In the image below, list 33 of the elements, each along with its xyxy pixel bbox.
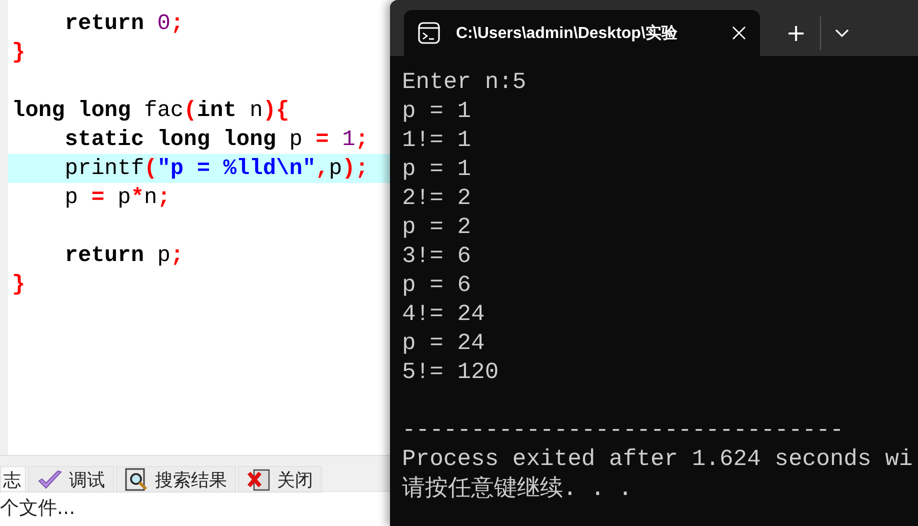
console-line: 2!= 2 bbox=[402, 184, 472, 213]
console-line: p = 1 bbox=[402, 155, 472, 184]
close-icon[interactable] bbox=[732, 26, 746, 40]
console-line: 请按任意键继续. . . bbox=[402, 474, 634, 503]
console-line: p = 6 bbox=[402, 271, 472, 300]
code-line: } bbox=[11, 39, 26, 67]
panel-tab[interactable]: 关闭 bbox=[238, 466, 322, 493]
code-line: } bbox=[11, 271, 26, 299]
checkmark-icon bbox=[37, 469, 63, 491]
panel-tab[interactable]: 调试 bbox=[28, 466, 114, 493]
tab-title: C:\Users\admin\Desktop\实验 bbox=[456, 23, 678, 44]
console-line: 4!= 24 bbox=[402, 300, 486, 329]
console-line: p = 24 bbox=[402, 329, 486, 358]
console-line: Enter n:5 bbox=[402, 68, 528, 97]
code-line: return p; bbox=[64, 242, 185, 270]
terminal-icon bbox=[418, 22, 440, 44]
code-line: long long fac(int n){ bbox=[11, 97, 290, 125]
console-line: p = 1 bbox=[402, 97, 472, 126]
chevron-icon bbox=[835, 28, 850, 38]
console-line: 5!= 120 bbox=[402, 358, 500, 387]
console-line: 3!= 6 bbox=[402, 242, 472, 271]
new-tab-button[interactable]: + bbox=[772, 19, 820, 47]
terminal-tab[interactable]: C:\Users\admin\Desktop\实验 bbox=[404, 10, 760, 56]
panel-tab[interactable]: 搜索结果 bbox=[116, 466, 236, 493]
console-line: 1!= 1 bbox=[402, 126, 472, 155]
status-text: 个文件... bbox=[0, 497, 76, 519]
code-line: return 0; bbox=[64, 10, 185, 38]
panel-tab[interactable]: 志 bbox=[0, 466, 26, 493]
code-line: p = p*n; bbox=[64, 184, 172, 212]
code-line: static long long p = 1; bbox=[64, 126, 370, 154]
console-line: Process exited after 1.624 seconds wi bbox=[402, 445, 914, 474]
console-line: p = 2 bbox=[402, 213, 472, 242]
console-line: -------------------------------- bbox=[402, 416, 845, 445]
